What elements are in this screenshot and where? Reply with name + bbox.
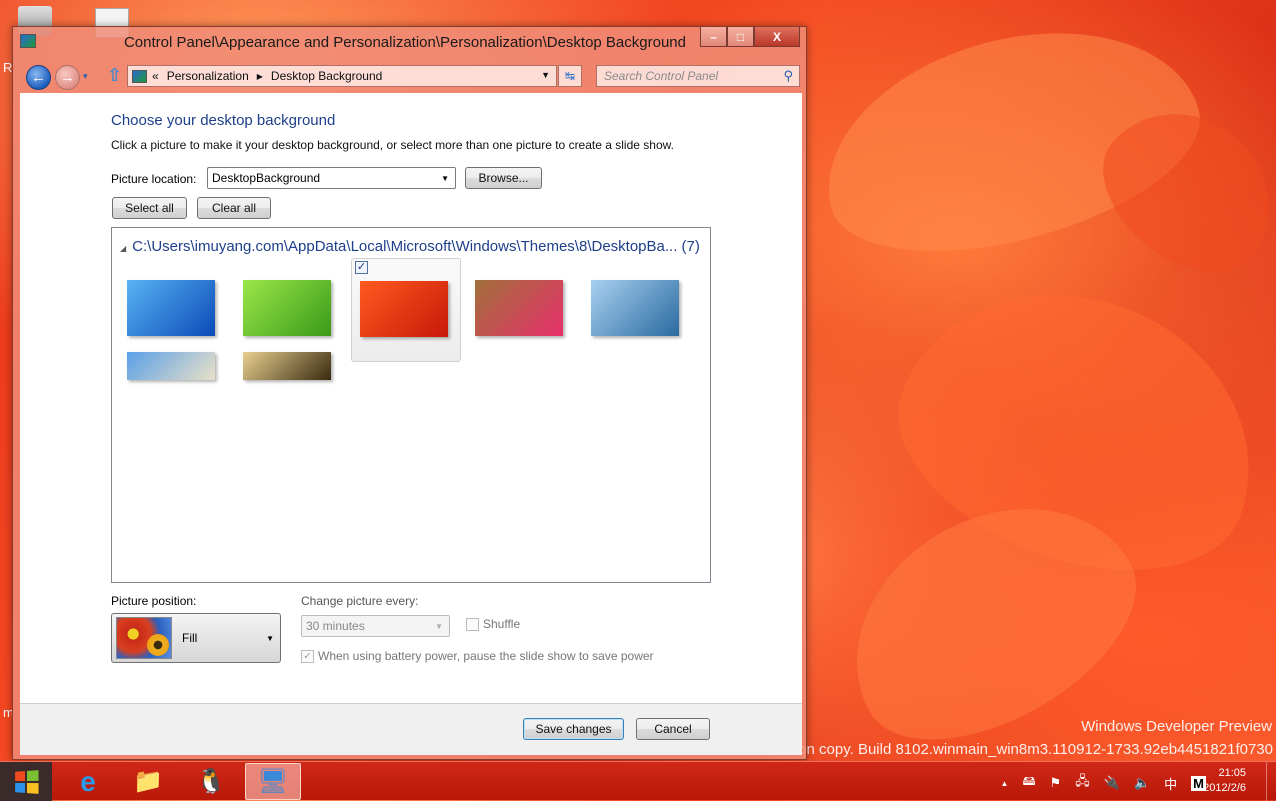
chevron-down-icon: ▼ [266, 634, 274, 643]
close-button[interactable]: X [754, 27, 800, 47]
picture-position-dropdown[interactable]: Fill ▼ [111, 613, 281, 663]
shuffle-checkbox[interactable] [466, 617, 479, 631]
address-bar[interactable]: « Personalization ▶ Desktop Background ▼ [127, 65, 557, 87]
shuffle-option[interactable]: Shuffle [466, 617, 520, 631]
cancel-button[interactable]: Cancel [636, 718, 710, 740]
refresh-button[interactable]: ↹ [558, 65, 582, 87]
tray-network-icon[interactable]: 🖧 [1075, 772, 1090, 794]
thumbnail-image [127, 280, 215, 336]
title-bar[interactable]: Control Panel\Appearance and Personaliza… [13, 27, 806, 57]
thumbnail-island[interactable] [583, 258, 693, 362]
system-tray: ▲ 🖴 ⚑ 🖧 🔌 🔈 中 M [1001, 772, 1206, 794]
picture-position-label: Picture position: [111, 594, 197, 608]
breadcrumb-personalization[interactable]: Personalization [167, 69, 249, 83]
shuffle-label: Shuffle [483, 617, 521, 631]
clear-all-button[interactable]: Clear all [197, 197, 271, 219]
thumbnail-image [243, 352, 331, 380]
picture-location-value: DesktopBackground [212, 171, 321, 185]
thumbnail-tropical-beach[interactable] [119, 340, 229, 444]
group-path: C:\Users\imuyang.com\AppData\Local\Micro… [132, 238, 700, 255]
desktop-edge-label: R [3, 60, 13, 75]
search-box: ⚲ [596, 65, 800, 87]
thumbnail-image [243, 280, 331, 336]
thumbnail-pink-gerbera[interactable] [467, 258, 577, 362]
save-changes-button[interactable]: Save changes [523, 718, 624, 740]
taskbar: e 📁 🐧 🖥 ▲ 🖴 ⚑ 🖧 🔌 🔈 中 M 21:05 2012/2/6 [0, 761, 1276, 801]
picture-gallery: ◢ C:\Users\imuyang.com\AppData\Local\Micr… [111, 227, 711, 583]
breadcrumb-separator-icon[interactable]: ▶ [257, 72, 263, 81]
collapse-triangle-icon[interactable]: ◢ [120, 244, 126, 253]
thumbnail-image [127, 352, 215, 380]
dialog-footer: Save changes Cancel [20, 703, 802, 755]
battery-checkbox[interactable]: ✓ [301, 649, 314, 663]
thumbnail-checkbox[interactable]: ✓ [355, 261, 368, 274]
select-all-button[interactable]: Select all [112, 197, 187, 219]
tray-network-device-icon[interactable]: 🖴 [1022, 772, 1035, 794]
thumbnail-image [591, 280, 679, 336]
page-instructions: Click a picture to make it your desktop … [111, 138, 674, 152]
watermark-build: on copy. Build 8102.winmain_win8m3.11091… [798, 741, 1273, 758]
battery-label: When using battery power, pause the slid… [318, 649, 654, 663]
group-header[interactable]: ◢ C:\Users\imuyang.com\AppData\Local\Micr… [120, 238, 700, 255]
window-title: Control Panel\Appearance and Personaliza… [123, 34, 686, 51]
browse-button[interactable]: Browse... [465, 167, 542, 189]
address-dropdown-icon[interactable]: ▼ [541, 70, 550, 80]
back-button[interactable]: ← [26, 65, 51, 90]
taskbar-qq-icon[interactable]: 🐧 [183, 763, 239, 800]
chevron-down-icon: ▼ [435, 621, 443, 631]
thumbnail-golden-sunset[interactable] [235, 340, 345, 444]
desktop-background-window: Control Panel\Appearance and Personaliza… [12, 26, 807, 760]
caption-buttons: – □ X [700, 27, 800, 47]
breadcrumb-desktop-background[interactable]: Desktop Background [271, 69, 382, 83]
windows-logo-icon [15, 769, 39, 794]
page-heading: Choose your desktop background [111, 112, 336, 129]
tray-power-icon[interactable]: 🔌 [1104, 775, 1120, 791]
change-interval-label: Change picture every: [301, 594, 419, 608]
maximize-button[interactable]: □ [727, 27, 754, 47]
tray-action-center-flag-icon[interactable]: ⚑ [1050, 775, 1062, 791]
picture-location-dropdown[interactable]: DesktopBackground ▼ [207, 167, 456, 189]
recent-pages-icon[interactable]: ▾ [83, 71, 88, 82]
change-interval-value: 30 minutes [306, 619, 365, 633]
thumbnail-image [475, 280, 563, 336]
position-preview-image [116, 617, 172, 659]
picture-location-label: Picture location: [111, 172, 197, 186]
taskbar-file-explorer-icon[interactable]: 📁 [120, 763, 176, 800]
tray-volume-icon[interactable]: 🔈 [1134, 775, 1150, 791]
taskbar-internet-explorer-icon[interactable]: e [60, 763, 116, 800]
breadcrumb-overflow[interactable]: « [152, 69, 159, 83]
battery-option[interactable]: ✓ When using battery power, pause the sl… [301, 649, 654, 663]
up-arrow-icon[interactable]: ⇧ [107, 65, 122, 86]
navigation-bar: ← → ▾ ⇧ « Personalization ▶ Desktop Back… [13, 61, 806, 90]
control-panel-icon [132, 69, 147, 83]
start-button[interactable] [0, 762, 52, 801]
change-interval-dropdown[interactable]: 30 minutes ▼ [301, 615, 450, 637]
clock-date: 2012/2/6 [1203, 782, 1246, 794]
taskbar-control-panel-icon[interactable]: 🖥 [245, 763, 301, 800]
forward-button[interactable]: → [55, 65, 80, 90]
search-icon[interactable]: ⚲ [783, 68, 793, 84]
tray-show-hidden-icons-icon[interactable]: ▲ [1001, 779, 1009, 788]
minimize-button[interactable]: – [700, 27, 727, 47]
show-desktop-button[interactable] [1266, 762, 1276, 801]
tray-input-method-icon[interactable]: 中 [1164, 774, 1177, 793]
picture-position-value: Fill [182, 631, 198, 645]
chevron-down-icon: ▼ [441, 173, 449, 183]
watermark-edition: Windows Developer Preview [1081, 718, 1272, 735]
content-pane: Choose your desktop background Click a p… [20, 93, 802, 703]
clock[interactable]: 21:05 2012/2/6 [1203, 766, 1246, 796]
search-input[interactable] [597, 66, 767, 86]
thumbnail-red-leaves[interactable]: ✓ [351, 258, 461, 362]
thumbnail-image [360, 281, 448, 337]
clock-time: 21:05 [1218, 767, 1246, 779]
